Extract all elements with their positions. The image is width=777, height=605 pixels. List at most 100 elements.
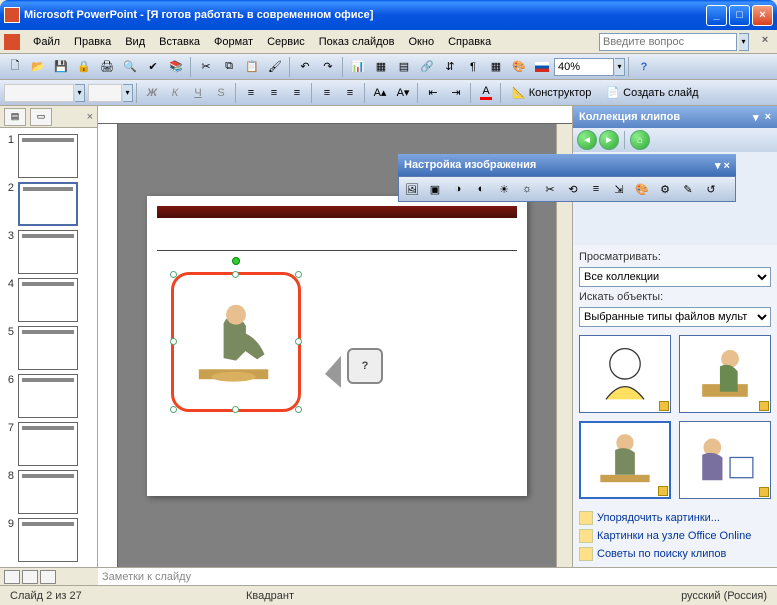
italic-icon[interactable]: К: [164, 82, 186, 104]
doc-close-button[interactable]: ×: [757, 34, 773, 50]
less-contrast-icon[interactable]: ◐: [470, 178, 492, 200]
menu-edit[interactable]: Правка: [67, 34, 118, 50]
chart-icon[interactable]: 📊: [347, 56, 369, 78]
minimize-button[interactable]: _: [706, 5, 727, 26]
expand-icon[interactable]: ⇵: [439, 56, 461, 78]
shadow-icon[interactable]: S: [210, 82, 232, 104]
browse-select[interactable]: Все коллекции: [579, 267, 771, 287]
copy-icon[interactable]: ⧉: [218, 56, 240, 78]
rotate-handle[interactable]: [232, 257, 240, 265]
preview-icon[interactable]: 🔍: [119, 56, 141, 78]
menu-tools[interactable]: Сервис: [260, 34, 312, 50]
organize-link[interactable]: Упорядочить картинки...: [579, 511, 771, 525]
help-icon[interactable]: ?: [633, 56, 655, 78]
bold-icon[interactable]: Ж: [141, 82, 163, 104]
panel-menu-icon[interactable]: ▾: [753, 111, 759, 124]
search-objects-select[interactable]: Выбранные типы файлов мульт: [579, 307, 771, 327]
tables-icon[interactable]: ▤: [393, 56, 415, 78]
sorter-view-icon[interactable]: [22, 570, 38, 584]
align-left-icon[interactable]: ≡: [240, 82, 262, 104]
increase-font-icon[interactable]: A▴: [369, 82, 391, 104]
status-language[interactable]: русский (Россия): [681, 590, 767, 602]
menu-insert[interactable]: Вставка: [152, 34, 207, 50]
selected-clipart[interactable]: [171, 272, 301, 412]
slideshow-view-icon[interactable]: [40, 570, 56, 584]
zoom-dropdown[interactable]: ▾: [615, 58, 625, 76]
clip-thumb-4[interactable]: [679, 421, 771, 499]
clip-thumb-3[interactable]: [579, 421, 671, 499]
nav-back-icon[interactable]: ◄: [577, 130, 597, 150]
close-button[interactable]: ×: [752, 5, 773, 26]
office-online-link[interactable]: Картинки на узле Office Online: [579, 529, 771, 543]
permission-icon[interactable]: 🔒: [73, 56, 95, 78]
grid-icon[interactable]: ▦: [485, 56, 507, 78]
picture-toolbar[interactable]: Настройка изображения ▾ × 🖼 ▣ ◑ ◐ ☀ ☼ ✂ …: [398, 154, 736, 202]
thumbnail-3[interactable]: 3: [0, 228, 97, 276]
ask-dropdown[interactable]: ▾: [739, 33, 749, 51]
zoom-input[interactable]: 40%: [554, 58, 614, 76]
document-icon[interactable]: [4, 34, 20, 50]
new-slide-button[interactable]: 📄 Создать слайд: [599, 82, 705, 104]
font-size-dd[interactable]: ▾: [123, 84, 133, 102]
decrease-indent-icon[interactable]: ⇤: [422, 82, 444, 104]
color-icon[interactable]: 🎨: [508, 56, 530, 78]
insert-picture-icon[interactable]: 🖼: [401, 178, 423, 200]
thumbnail-1[interactable]: 1: [0, 132, 97, 180]
flag-icon[interactable]: [531, 56, 553, 78]
font-name-dd[interactable]: ▾: [75, 84, 85, 102]
thumbnail-8[interactable]: 8: [0, 468, 97, 516]
compress-icon[interactable]: ⇲: [608, 178, 630, 200]
transparent-icon[interactable]: ✎: [677, 178, 699, 200]
menu-window[interactable]: Окно: [402, 34, 442, 50]
increase-indent-icon[interactable]: ⇥: [445, 82, 467, 104]
spellcheck-icon[interactable]: ✔: [142, 56, 164, 78]
open-icon[interactable]: 📂: [27, 56, 49, 78]
line-style-icon[interactable]: ≡: [585, 178, 607, 200]
new-icon[interactable]: 🗋: [4, 56, 26, 78]
bullets-icon[interactable]: ≡: [339, 82, 361, 104]
thumbpanel-close[interactable]: ×: [87, 111, 93, 123]
font-color-icon[interactable]: A: [475, 82, 497, 104]
thumbnail-9[interactable]: 9: [0, 516, 97, 564]
nav-home-icon[interactable]: ⌂: [630, 130, 650, 150]
underline-icon[interactable]: Ч: [187, 82, 209, 104]
reset-picture-icon[interactable]: ↺: [700, 178, 722, 200]
save-icon[interactable]: 💾: [50, 56, 72, 78]
normal-view-icon[interactable]: [4, 570, 20, 584]
formatpainter-icon[interactable]: 🖌: [264, 56, 286, 78]
notes-pane[interactable]: Заметки к слайду: [98, 567, 777, 585]
callout-shape[interactable]: ?: [347, 348, 383, 384]
table-icon[interactable]: ▦: [370, 56, 392, 78]
menu-slideshow[interactable]: Показ слайдов: [312, 34, 402, 50]
align-right-icon[interactable]: ≡: [286, 82, 308, 104]
more-brightness-icon[interactable]: ☀: [493, 178, 515, 200]
recolor-icon[interactable]: 🎨: [631, 178, 653, 200]
numbering-icon[interactable]: ≡: [316, 82, 338, 104]
maximize-button[interactable]: □: [729, 5, 750, 26]
slide-canvas[interactable]: ?: [147, 196, 527, 496]
research-icon[interactable]: 📚: [165, 56, 187, 78]
nav-forward-icon[interactable]: ►: [599, 130, 619, 150]
font-name[interactable]: [4, 84, 74, 102]
cut-icon[interactable]: ✂: [195, 56, 217, 78]
redo-icon[interactable]: ↷: [317, 56, 339, 78]
tips-link[interactable]: Советы по поиску клипов: [579, 547, 771, 561]
font-size[interactable]: [88, 84, 122, 102]
menu-format[interactable]: Формат: [207, 34, 260, 50]
crop-icon[interactable]: ✂: [539, 178, 561, 200]
thumbnail-5[interactable]: 5: [0, 324, 97, 372]
thumbnail-6[interactable]: 6: [0, 372, 97, 420]
outline-tab[interactable]: ▤: [4, 108, 26, 126]
panel-close-icon[interactable]: ×: [765, 111, 771, 123]
more-contrast-icon[interactable]: ◑: [447, 178, 469, 200]
less-brightness-icon[interactable]: ☼: [516, 178, 538, 200]
clip-thumb-1[interactable]: [579, 335, 671, 413]
thumbnail-4[interactable]: 4: [0, 276, 97, 324]
menu-file[interactable]: Файл: [26, 34, 67, 50]
designer-button[interactable]: 📐 Конструктор: [505, 82, 598, 104]
decrease-font-icon[interactable]: A▾: [392, 82, 414, 104]
thumbnail-7[interactable]: 7: [0, 420, 97, 468]
menu-help[interactable]: Справка: [441, 34, 498, 50]
undo-icon[interactable]: ↶: [294, 56, 316, 78]
hyperlink-icon[interactable]: 🔗: [416, 56, 438, 78]
